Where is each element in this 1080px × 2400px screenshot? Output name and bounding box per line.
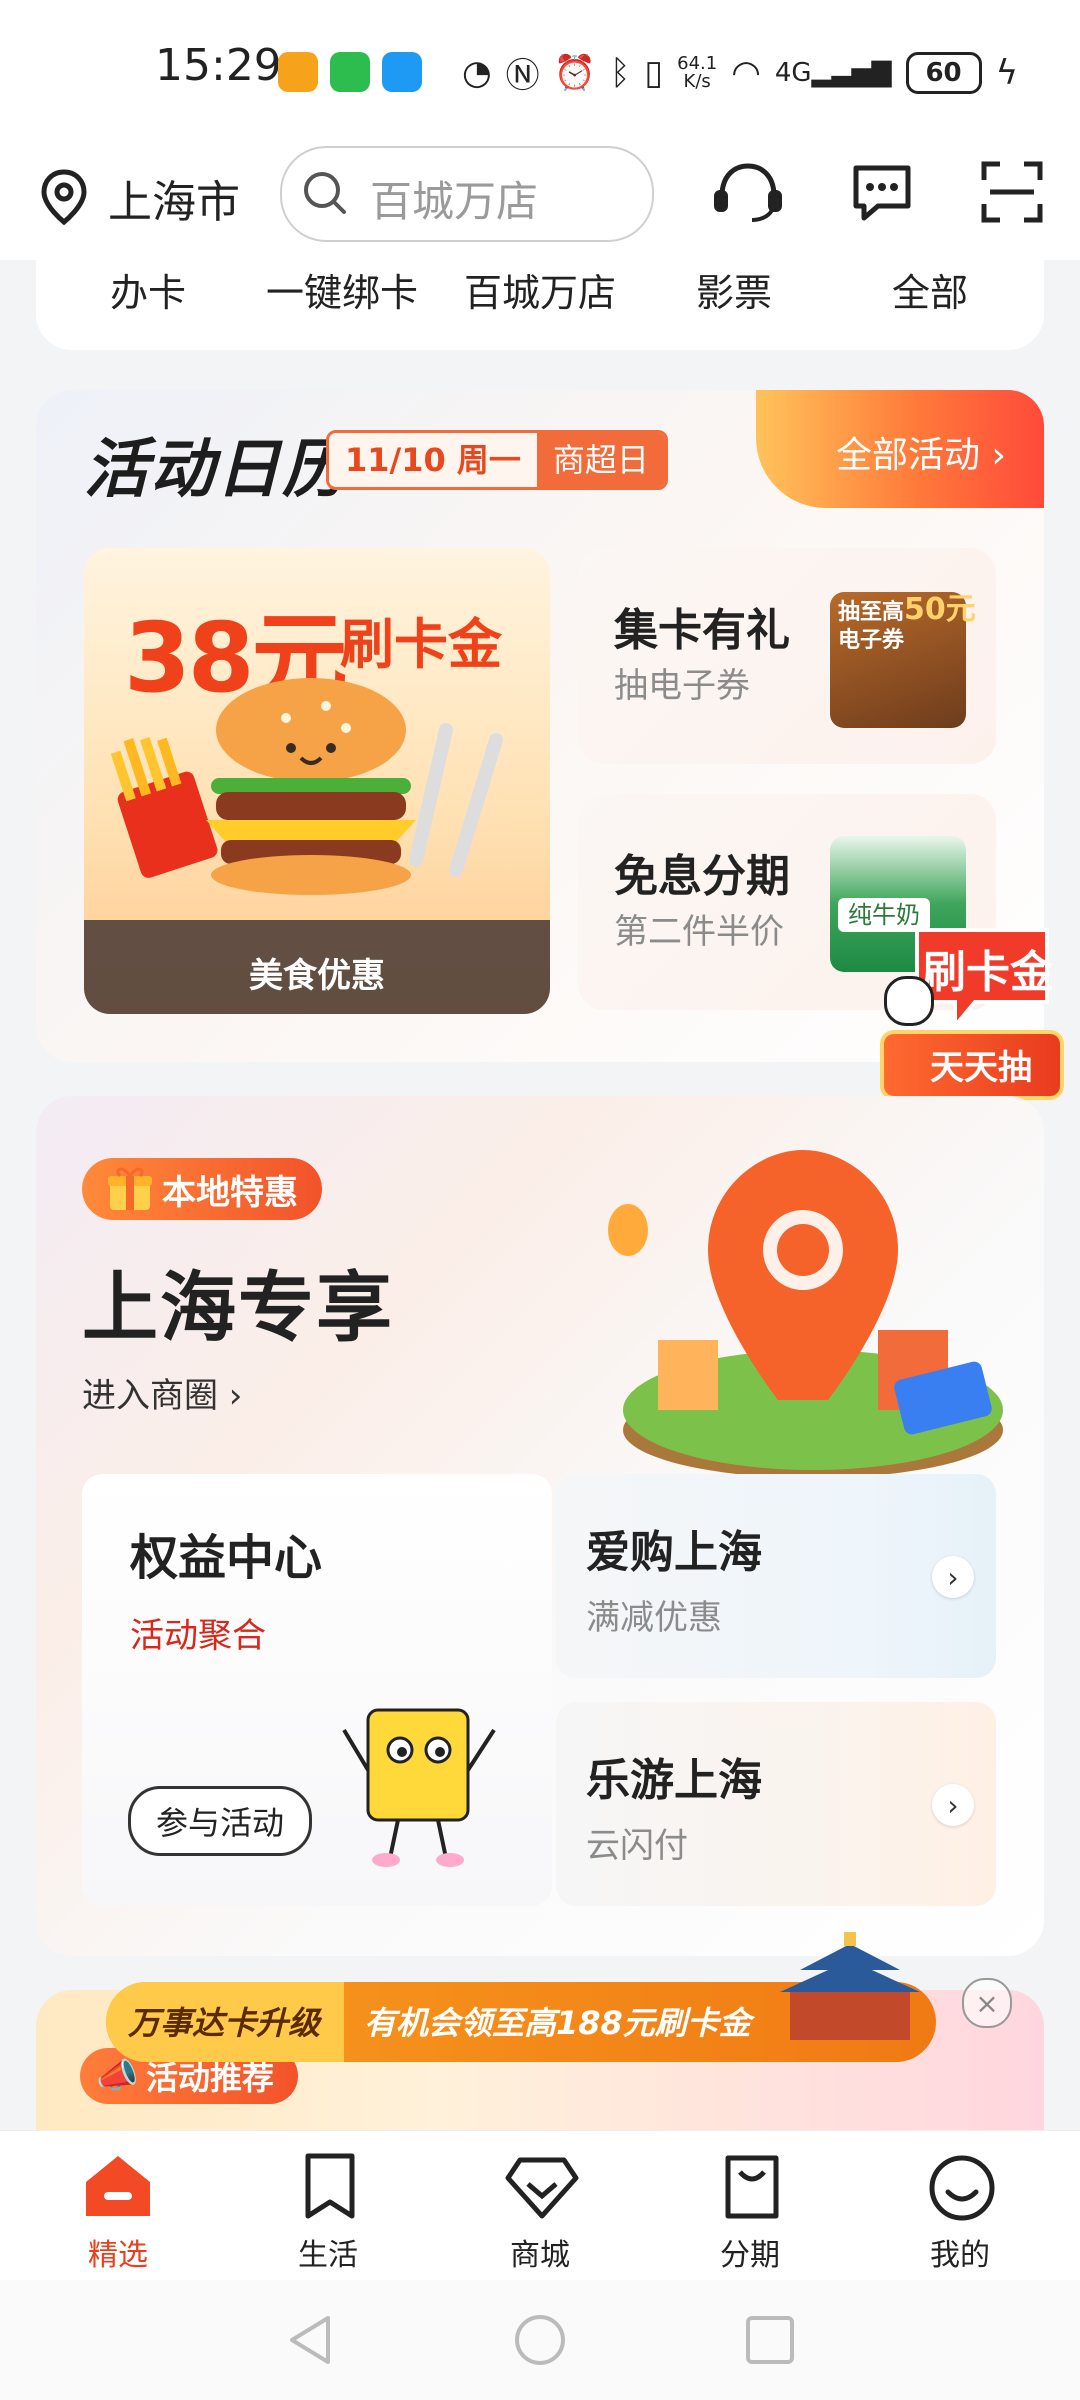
panda-icon [884,976,934,1026]
join-activity-button[interactable]: 参与活动 [128,1786,312,1856]
burger-illustration [110,678,503,895]
bookmark-icon [305,2153,355,2219]
enter-district-link[interactable]: 进入商圈 › [82,1368,242,1417]
city-island-illustration [608,1150,1003,1478]
app-notification-icon [278,52,318,92]
quick-nav-item[interactable]: 百城万店 [464,262,616,317]
status-icons: ◔ Ⓝ ⏰ ᛒ ▯ 64.1 K/s ◠ 4G▂▃▅▇ 60 ϟ [462,48,1018,97]
tab-label: 精选 [88,2238,148,2273]
net-speed: 64.1 K/s [677,52,718,92]
signal-icon: 4G▂▃▅▇ [774,57,892,88]
quick-nav-item[interactable]: 全部 [892,262,968,317]
charging-icon: ϟ [995,52,1018,93]
card-title: 乐游上海 [586,1755,762,1806]
thumb-text-big: 50元 [904,592,976,627]
swipe-gold-text: 刷卡金 [922,947,1054,998]
chevron-right-icon: › [218,1376,243,1416]
date-badge: 11/10 周一 商超日 [326,430,668,490]
tab-label: 我的 [930,2238,990,2273]
quick-nav-item[interactable]: 办卡 [110,262,186,317]
card-title: 爱购上海 [586,1527,762,1578]
close-icon[interactable]: × [962,1978,1012,2028]
nfc-icon: Ⓝ [505,56,540,96]
battery-icon: 60 [905,51,982,94]
tab-label: 商城 [510,2238,570,2273]
chevron-right-icon: › [980,435,1006,476]
rights-title: 权益中心 [130,1530,323,1586]
daily-draw-label: 天天抽 [930,1048,1032,1088]
rights-subtitle: 活动聚合 [130,1616,266,1656]
local-title: 上海专享 [82,1263,394,1352]
date-text: 11/10 周一 [329,433,537,487]
smile-icon [929,2155,995,2221]
day-theme: 商超日 [536,433,665,487]
location-icon[interactable] [38,168,90,226]
promo-footer-label: 美食优惠 [249,956,385,996]
search-placeholder: 百城万店 [370,177,539,226]
mascot-illustration [342,1708,496,1867]
back-icon[interactable] [284,2312,334,2368]
gauge-icon: ◔ [462,52,492,93]
gift-icon [108,1167,152,1210]
status-time: 15:29 [155,40,282,91]
tile-subtitle: 第二件半价 [614,912,784,952]
diamond-icon [505,2157,579,2219]
city-selector[interactable]: 上海市 [108,166,240,230]
megaphone-icon: 📣 [96,2056,139,2096]
home-circle-icon[interactable] [512,2312,568,2368]
card-subtitle: 云闪付 [586,1826,688,1866]
thumb-text-bottom: 电子券 [838,628,905,653]
message-app-icon [382,52,422,92]
calendar-title: 活动日历 [84,433,348,507]
chevron-right-icon[interactable]: › [932,1784,974,1826]
tile-subtitle: 抽电子券 [614,666,750,706]
quick-nav-item[interactable]: 影票 [696,262,772,317]
message-icon[interactable] [848,160,916,224]
tab-label: 生活 [298,2238,358,2273]
home-icon [86,2156,150,2216]
wechat-icon [330,52,370,92]
customer-service-icon[interactable] [708,160,788,224]
card-subtitle: 满减优惠 [586,1598,722,1638]
bluetooth-icon: ᛒ [610,52,631,93]
tab-label: 分期 [720,2238,780,2273]
local-badge-text: 本地特惠 [162,1172,298,1213]
temple-illustration [780,1932,920,2040]
banner-left-text: 万事达卡升级 [128,2004,321,2042]
vibrate-icon: ▯ [644,52,664,93]
wifi-icon: ◠ [731,52,761,93]
search-icon [304,172,346,214]
coupon-thumbnail-text: 抽至高50元 电子券 [838,595,976,655]
promo-type: 刷卡金 [340,613,502,676]
recents-icon[interactable] [744,2314,796,2366]
banner-right-text: 有机会领至高188元刷卡金 [364,2004,751,2042]
bag-icon [725,2155,779,2219]
thumb-text-top: 抽至高 [838,600,905,625]
tile-title: 集卡有礼 [614,605,790,656]
all-activities-text: 全部活动 [836,435,981,476]
alarm-icon: ⏰ [553,52,597,93]
scan-icon[interactable] [980,160,1044,224]
tile-title: 免息分期 [614,851,790,902]
enter-district-text: 进入商圈 [82,1376,218,1416]
quick-nav-item[interactable]: 一键绑卡 [266,262,418,317]
chevron-right-icon[interactable]: › [932,1556,974,1598]
all-activities-label[interactable]: 全部活动 › [836,426,1006,478]
